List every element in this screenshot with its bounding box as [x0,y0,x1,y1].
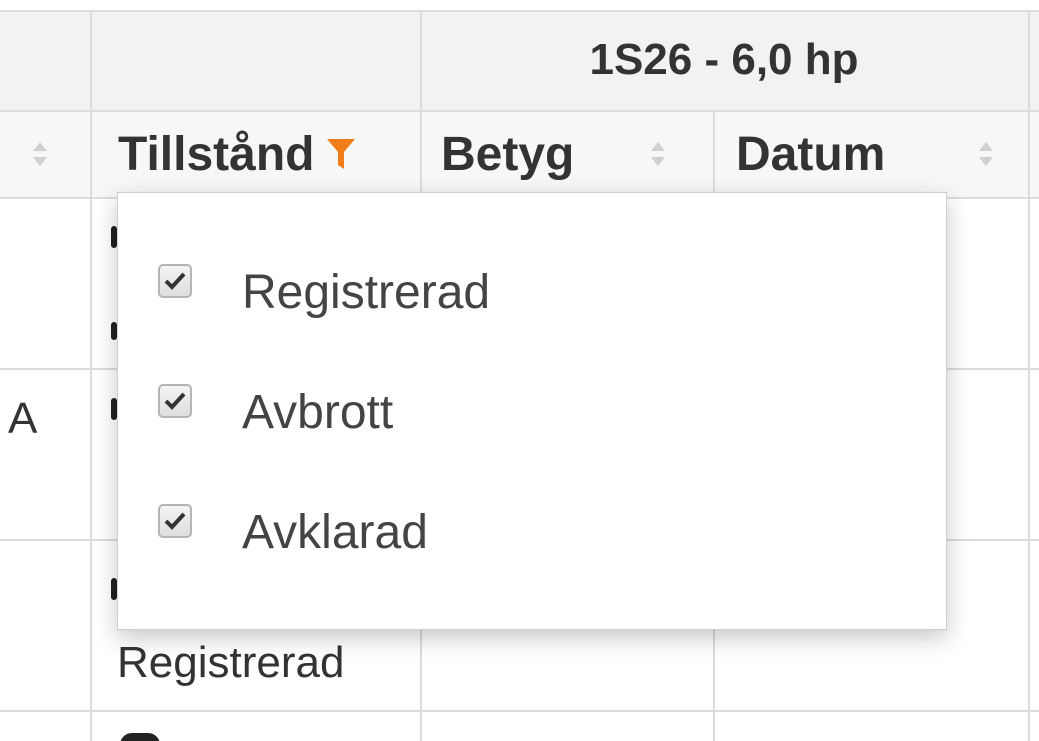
checkmark-icon [164,392,186,410]
table-cell-partial: A [8,394,38,443]
funnel-icon[interactable] [326,137,356,171]
column-header-betyg[interactable]: Betyg [441,110,574,198]
filter-option-avbrott[interactable]: Avbrott [158,377,393,447]
filter-dropdown: Registrerad Avbrott Avklarad [117,192,947,630]
column-header-label: Betyg [441,127,575,181]
grid-line [0,710,1039,712]
filter-option-label: Registrerad [242,265,491,319]
status-cell: Registrerad [117,638,345,687]
sort-arrows-icon[interactable] [32,140,48,168]
column-header-label: Datum [736,127,886,181]
checkmark-icon [164,272,186,290]
filter-option-registrerad[interactable]: Registrerad [158,257,490,327]
sort-arrows-icon[interactable] [978,140,994,168]
grid-line [90,10,92,741]
checkbox[interactable] [158,384,192,418]
checkmark-icon [164,512,186,530]
column-header-label: Tillstånd [118,127,315,181]
partial-content [120,733,160,741]
filter-option-avklarad[interactable]: Avklarad [158,497,428,567]
column-header-tillstand[interactable]: Tillstånd [118,110,356,198]
filter-option-label: Avbrott [242,385,394,439]
filter-option-label: Avklarad [242,505,428,559]
sort-arrows-icon[interactable] [650,140,666,168]
grid-line [1028,10,1030,741]
checkbox[interactable] [158,504,192,538]
column-header-datum[interactable]: Datum [736,110,885,198]
grade-table-viewport: 1S26 - 6,0 hp Tillstånd Betyg Datum A Re… [0,0,1039,741]
checkbox[interactable] [158,264,192,298]
course-group-header: 1S26 - 6,0 hp [589,35,859,84]
